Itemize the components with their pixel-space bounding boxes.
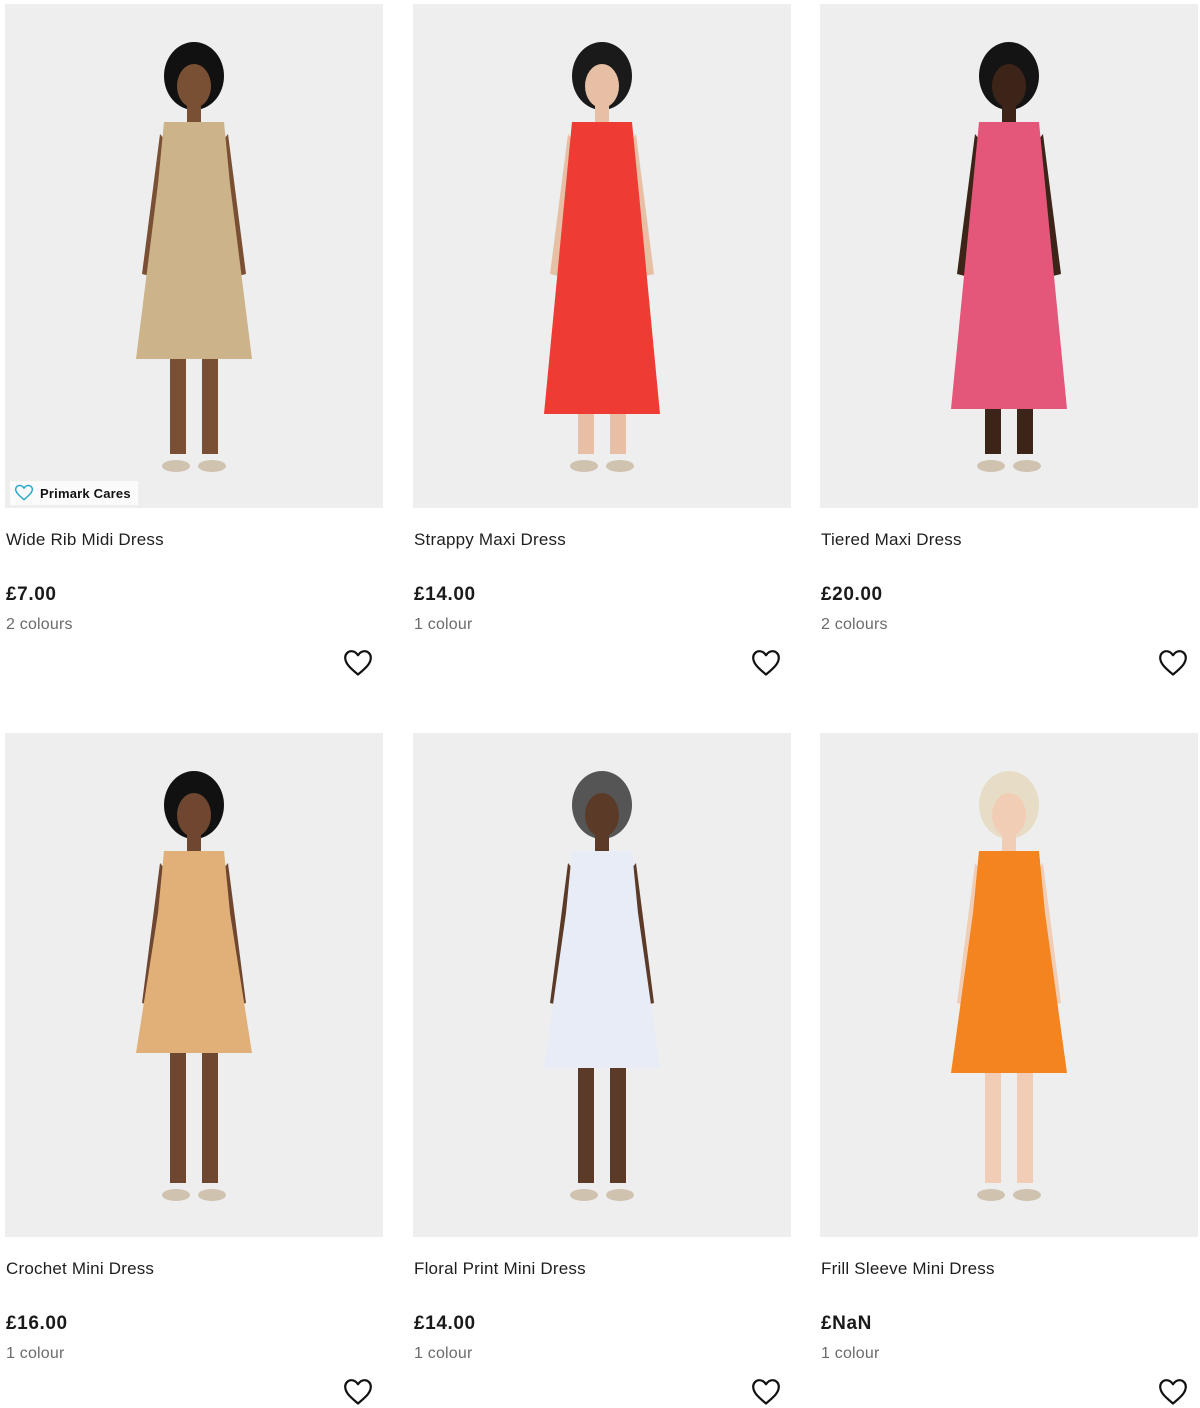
heart-outline-icon xyxy=(752,1379,780,1405)
model-figure xyxy=(951,771,1067,1201)
product-price: £7.00 xyxy=(6,584,57,605)
product-price: £NaN xyxy=(821,1313,872,1334)
product-colours: 1 colour xyxy=(6,1345,65,1362)
heart-badge-icon xyxy=(14,484,34,501)
dress xyxy=(544,122,660,414)
product-price: £20.00 xyxy=(821,584,883,605)
model-figure xyxy=(544,771,660,1201)
product-card[interactable]: Primark Cares Wide Rib Midi Dress £7.00 … xyxy=(5,4,383,676)
product-colours: 2 colours xyxy=(6,616,73,633)
model-figure xyxy=(136,42,252,472)
product-price: £14.00 xyxy=(414,1313,476,1334)
model-figure xyxy=(136,771,252,1201)
product-card[interactable]: Floral Print Mini Dress £14.00 1 colour xyxy=(413,733,791,1405)
dress xyxy=(544,851,660,1068)
product-card[interactable]: Crochet Mini Dress £16.00 1 colour xyxy=(5,733,383,1405)
head xyxy=(177,64,211,108)
model-figure xyxy=(951,42,1067,472)
product-card[interactable]: Strappy Maxi Dress £14.00 1 colour xyxy=(413,4,791,676)
product-card[interactable]: Frill Sleeve Mini Dress £NaN 1 colour xyxy=(820,733,1198,1405)
model-figure xyxy=(544,42,660,472)
dress xyxy=(136,851,252,1053)
product-price: £16.00 xyxy=(6,1313,68,1334)
product-colours: 1 colour xyxy=(414,616,473,633)
product-title[interactable]: Wide Rib Midi Dress xyxy=(6,530,164,550)
head xyxy=(992,64,1026,108)
product-colours: 2 colours xyxy=(821,616,888,633)
product-colours: 1 colour xyxy=(821,1345,880,1362)
product-grid: Primark Cares Wide Rib Midi Dress £7.00 … xyxy=(0,0,1200,1405)
product-image[interactable] xyxy=(413,733,791,1237)
product-card[interactable]: Tiered Maxi Dress £20.00 2 colours xyxy=(820,4,1198,676)
product-title[interactable]: Strappy Maxi Dress xyxy=(414,530,566,550)
product-title[interactable]: Frill Sleeve Mini Dress xyxy=(821,1259,995,1279)
product-image[interactable] xyxy=(820,4,1198,508)
product-title[interactable]: Tiered Maxi Dress xyxy=(821,530,962,550)
product-price: £14.00 xyxy=(414,584,476,605)
heart-outline-icon xyxy=(344,1379,372,1405)
add-to-wishlist-button[interactable] xyxy=(750,647,782,679)
product-image[interactable] xyxy=(413,4,791,508)
heart-outline-icon xyxy=(1159,650,1187,676)
head xyxy=(177,793,211,837)
add-to-wishlist-button[interactable] xyxy=(1157,1376,1189,1408)
product-title[interactable]: Floral Print Mini Dress xyxy=(414,1259,586,1279)
product-colours: 1 colour xyxy=(414,1345,473,1362)
head xyxy=(992,793,1026,837)
head xyxy=(585,793,619,837)
dress xyxy=(951,851,1067,1073)
add-to-wishlist-button[interactable] xyxy=(1157,647,1189,679)
add-to-wishlist-button[interactable] xyxy=(342,1376,374,1408)
product-image[interactable]: Primark Cares xyxy=(5,4,383,508)
product-title[interactable]: Crochet Mini Dress xyxy=(6,1259,154,1279)
heart-outline-icon xyxy=(1159,1379,1187,1405)
badge-label: Primark Cares xyxy=(40,485,131,501)
add-to-wishlist-button[interactable] xyxy=(750,1376,782,1408)
dress xyxy=(136,122,252,359)
product-image[interactable] xyxy=(820,733,1198,1237)
primark-cares-badge: Primark Cares xyxy=(10,481,138,505)
product-image[interactable] xyxy=(5,733,383,1237)
head xyxy=(585,64,619,108)
dress xyxy=(951,122,1067,409)
heart-outline-icon xyxy=(752,650,780,676)
heart-outline-icon xyxy=(344,650,372,676)
add-to-wishlist-button[interactable] xyxy=(342,647,374,679)
